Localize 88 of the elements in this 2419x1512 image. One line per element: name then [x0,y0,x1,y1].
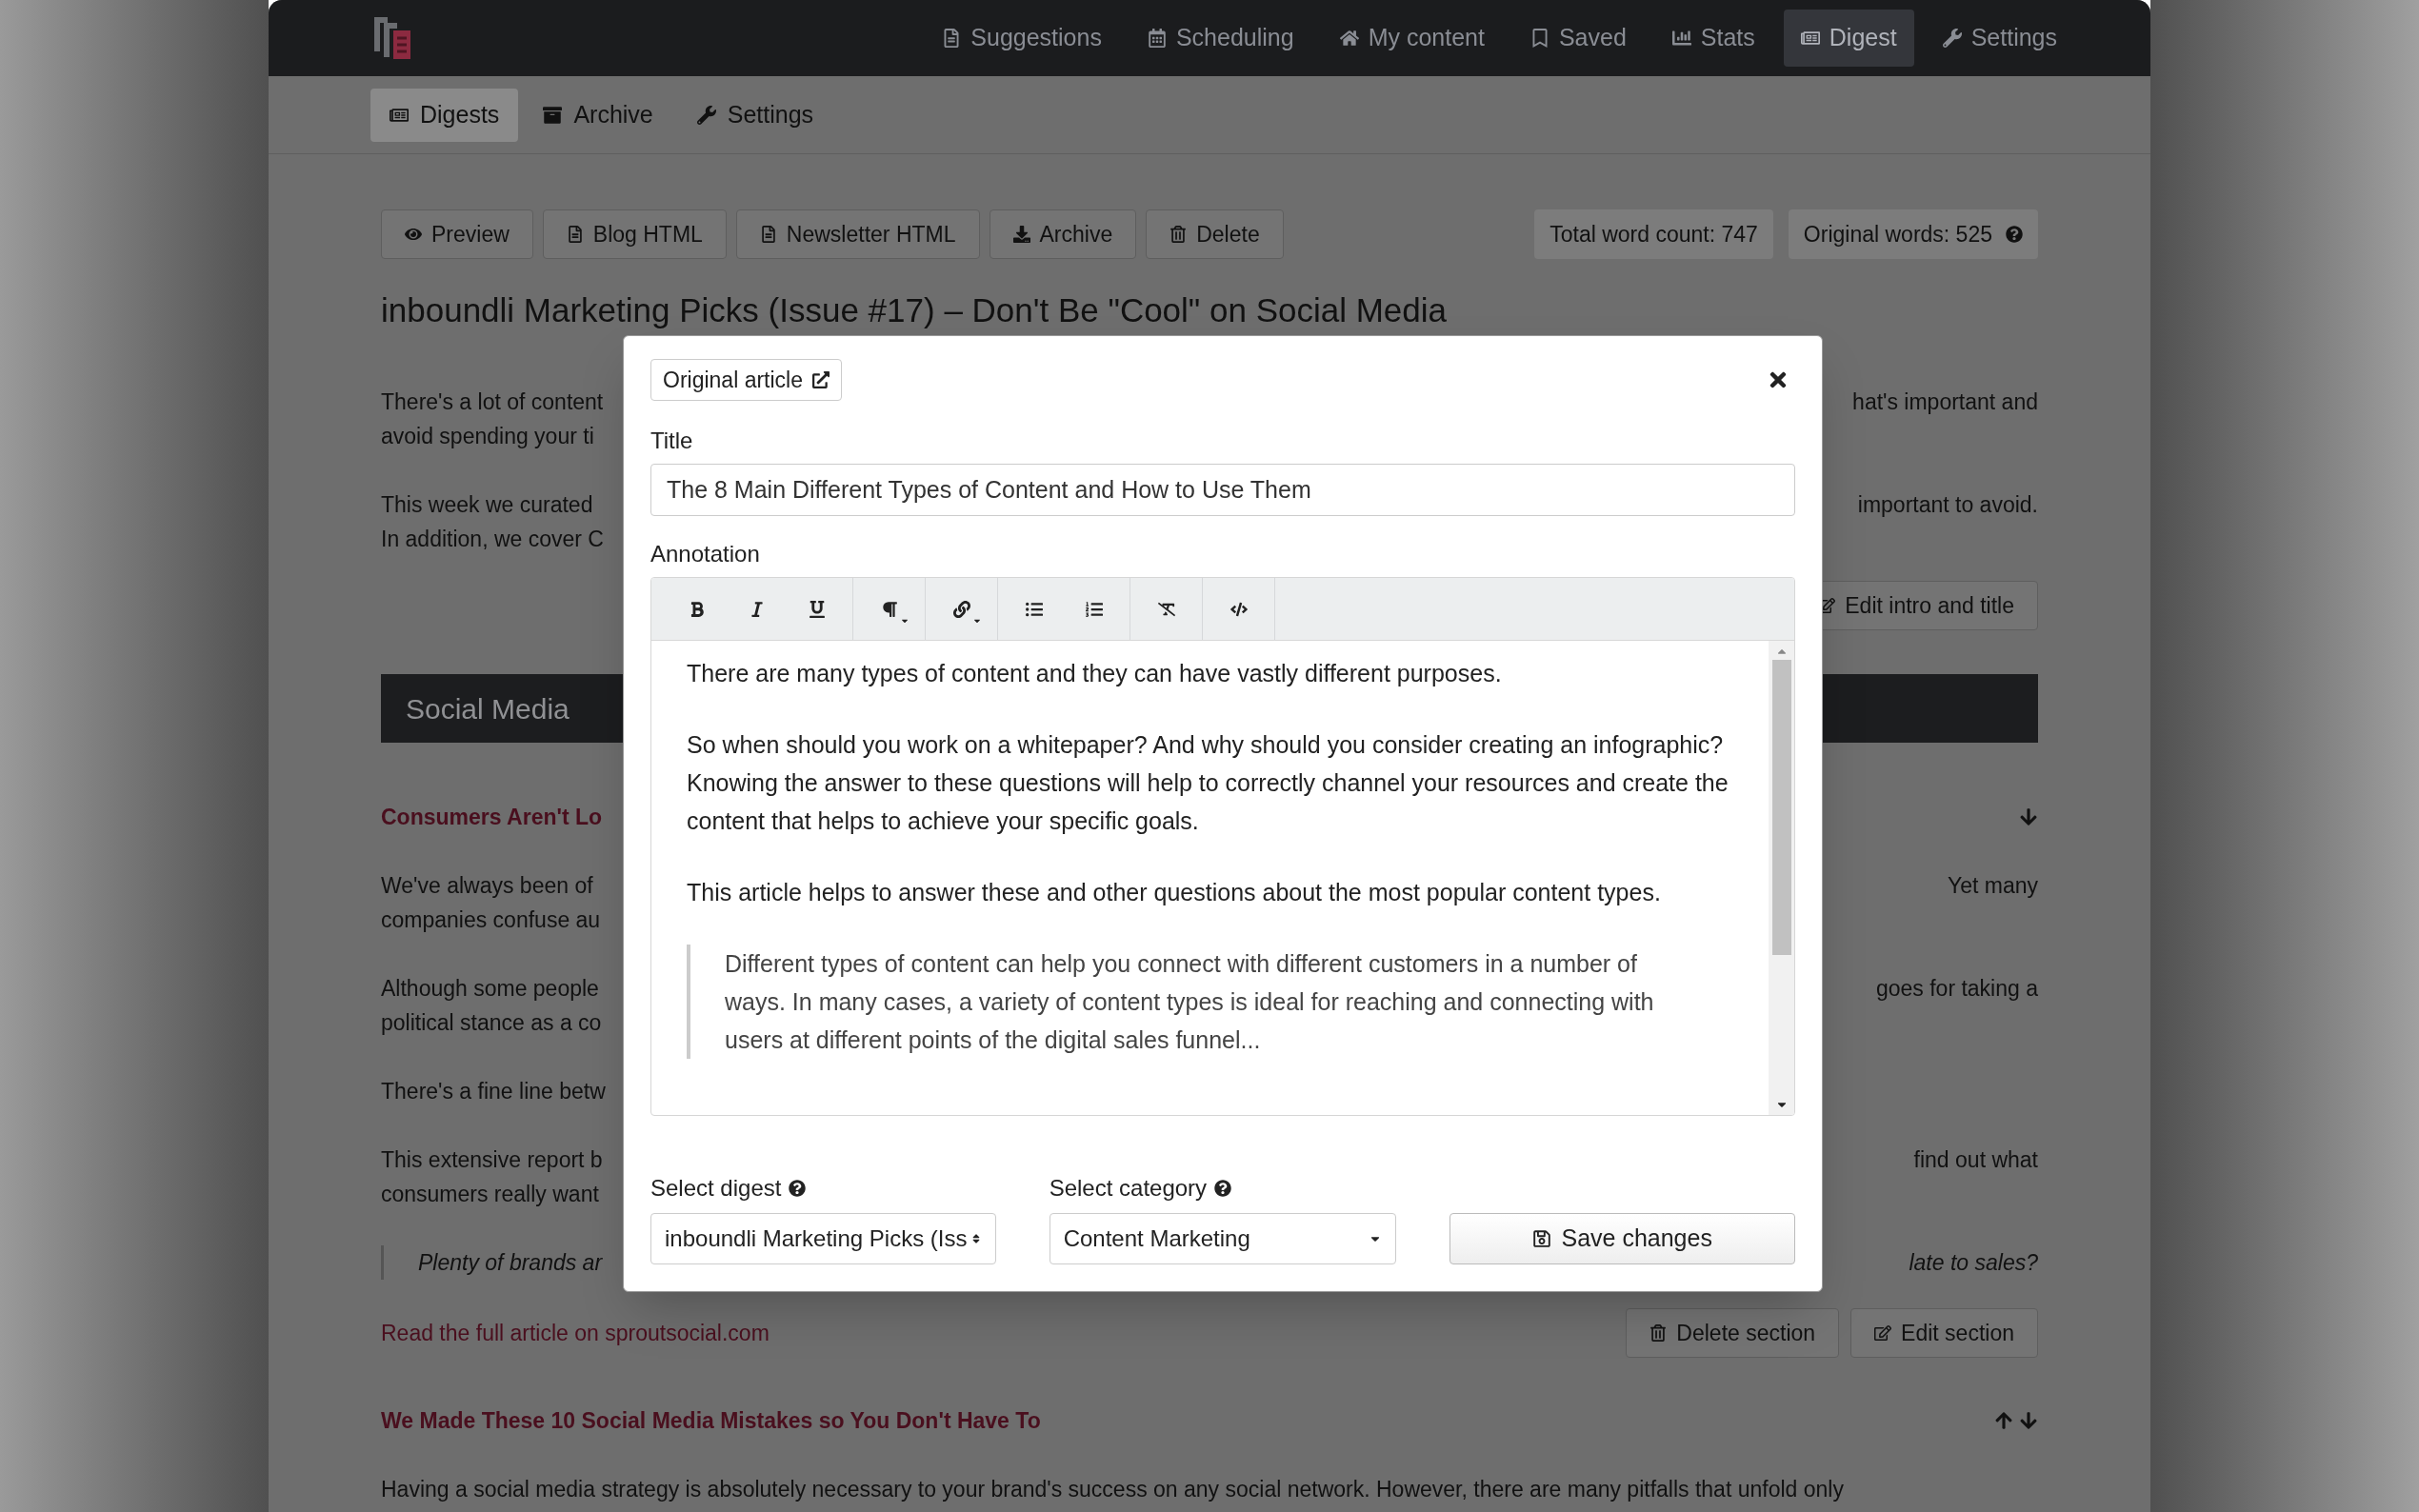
newspaper-icon [1800,29,1820,48]
paragraph-text: hat's important and [1852,388,2038,416]
help-icon [1214,1180,1232,1197]
scrollbar-thumb[interactable] [1771,660,1791,955]
digest-heading: inboundli Marketing Picks (Issue #17) – Don't Be "Cool" on Social Media [381,291,1449,329]
subnav-tab[interactable]: Settings [677,88,833,142]
toolbar-button[interactable]: Blog HTML [542,209,727,259]
paragraph-text: political stance as a co [381,1008,602,1037]
edit-icon [1874,1324,1892,1342]
annotation-label: Annotation [650,540,761,568]
select-category-label: Select category [1049,1174,1208,1203]
title-input[interactable]: The 8 Main Different Types of Content and How to Use Them [650,464,1795,516]
annotation-quote: Different types of content can help you connect with different customers in a number of ways. In many cases, a variety of content types is ideal for reaching and connecting with users at different points of the digital sales funnel... [687,945,1677,1059]
paragraph-text: companies confuse au [381,905,601,934]
paragraph-icon [880,600,898,618]
nav-link[interactable]: My content [1322,10,1502,67]
download-icon [1012,226,1030,243]
paragraph-text: consumers really want [381,1180,599,1208]
external-link-icon [812,371,830,388]
file-icon [566,226,584,243]
nav-link[interactable]: Stats [1654,10,1772,67]
subnav-tab[interactable]: Archive [524,88,672,142]
nav-link[interactable]: Suggestions [925,10,1119,67]
paragraph-text: Plenty of brands ar [418,1248,603,1277]
wrench-icon [1942,29,1962,48]
annotation-paragraph: There are many types of content and they can have vastly different purposes. [687,659,1503,688]
bar-chart-icon [1671,29,1691,48]
help-icon [2006,226,2023,243]
calendar-icon [1147,29,1167,48]
nav-link[interactable]: Digest [1783,10,1914,67]
nav-link[interactable]: Saved [1512,10,1644,67]
move-down-icon[interactable] [2019,807,2038,826]
digest-select[interactable]: inboundli Marketing Picks (Iss [650,1213,996,1264]
trash-icon [1649,1324,1668,1342]
annotation-paragraph: So when should you work on a whitepaper? And why should you consider creating an infographic? Knowing the answer to these questions will help to correctly channel your resources and create the content that helps to achieve your specific goals. [687,730,1729,836]
numbered-list-icon [1085,600,1103,618]
help-icon [789,1180,807,1197]
paragraph-text: There's a lot of content [381,388,604,416]
paragraph-text: Yet many [1947,871,2038,900]
select-digest-label: Select digest [650,1174,782,1203]
clear-format-icon [1157,600,1175,618]
paragraph-text: goes for taking a [1875,974,2038,1003]
title-label: Title [650,427,694,455]
original-words-text: Original words: 525 [1803,220,1992,249]
toolbar-button[interactable]: Newsletter HTML [735,209,980,259]
underline-icon [808,600,826,618]
toolbar-button[interactable]: Archive [989,209,1137,259]
paragraph-text: late to sales? [1909,1248,2038,1277]
paragraph-text: find out what [1913,1145,2038,1174]
link-icon [952,600,970,618]
paragraph-text: Having a social media strategy is absolutely necessary to your brand's success on any social network. However, there are many pitfalls that unfold only [381,1475,1844,1503]
paragraph-text: This week we curated [381,490,593,519]
archive-icon [543,105,563,125]
annotation-paragraph: This article helps to answer these and other questions about the most popular content types. [687,878,1662,907]
move-down-icon[interactable] [2019,1411,2038,1430]
article-title[interactable]: Consumers Aren't Lo [381,800,603,834]
word-count-badge: Total word count: 747 [1534,209,1773,259]
eye-icon [405,226,422,243]
paragraph-text: important to avoid. [1857,490,2038,519]
bulleted-list-icon [1025,600,1043,618]
scrollbar[interactable] [1769,641,1794,1115]
move-up-icon[interactable] [1994,1411,2013,1430]
nav-link[interactable]: Settings [1925,10,2074,67]
original-article-button[interactable]: Original article [650,359,842,401]
trash-icon [1170,226,1188,243]
section-title: Social Media [406,691,570,726]
paragraph-text: There's a fine line betw [381,1077,606,1105]
delete-section-button[interactable]: Delete section [1626,1308,1840,1358]
paragraph-text: avoid spending your ti [381,422,594,450]
nav-link[interactable]: Scheduling [1130,10,1311,67]
code-icon [1229,600,1248,618]
paragraph-text: Although some people [381,974,599,1003]
paragraph-text: In addition, we cover C [381,525,604,553]
edit-section-button[interactable]: Edit section [1850,1308,2038,1358]
toolbar-button[interactable]: Preview [381,209,533,259]
paragraph-text: This extensive report b [381,1145,603,1174]
file-icon [759,226,777,243]
toolbar-button[interactable]: Delete [1146,209,1284,259]
home-icon [1339,29,1359,48]
paragraph-text: We've always been of [381,871,593,900]
file-icon [942,29,962,48]
save-changes-button[interactable]: Save changes [1449,1213,1795,1264]
article-title[interactable]: We Made These 10 Social Media Mistakes so You Don't Have To [381,1403,1041,1438]
save-icon [1532,1229,1552,1248]
wrench-icon [696,105,716,125]
category-select[interactable]: Content Marketing [1049,1213,1397,1264]
article-link[interactable]: Read the full article on sproutsocial.com [381,1316,770,1350]
subnav-tab[interactable]: Digests [370,88,519,142]
